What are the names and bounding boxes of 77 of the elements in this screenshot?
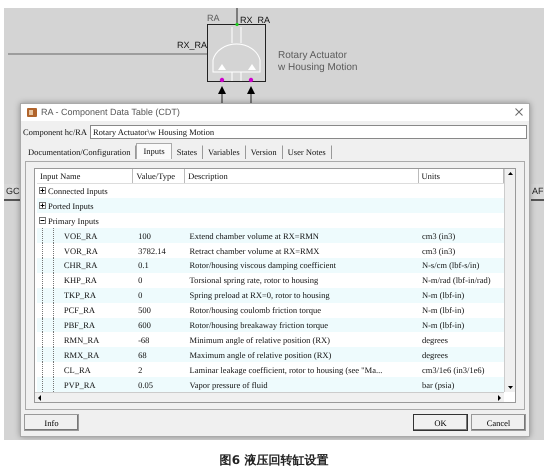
- table-cell-text: PCF_RA: [62, 305, 96, 316]
- column-header[interactable]: Input Name: [37, 168, 134, 183]
- table-cell-text: KHP_RA: [62, 275, 98, 286]
- table-cell-text: RMN_RA: [62, 334, 100, 345]
- table-cell-text: 0.05: [137, 380, 154, 390]
- table-cell-text: degrees: [420, 350, 449, 360]
- figure-caption: 图6 液压回转缸设置: [220, 452, 328, 469]
- collapse-icon[interactable]: [39, 217, 46, 224]
- component-name: w Housing Motion: [278, 63, 358, 73]
- tab[interactable]: Variables: [203, 144, 246, 159]
- port-label: RX_RA: [177, 41, 208, 50]
- tree-group[interactable]: Connected Inputs: [48, 186, 108, 196]
- table-cell-text: 0.1: [137, 260, 150, 270]
- table-cell-text: Retract chamber volume at RX=RMX: [188, 246, 320, 256]
- table-cell-text: TKP_RA: [62, 290, 97, 300]
- table-cell-text: PVP_RA: [62, 380, 97, 390]
- table-cell-text: 0: [137, 275, 144, 286]
- expand-icon[interactable]: [39, 187, 46, 194]
- scrollbar[interactable]: [504, 168, 515, 392]
- close-icon[interactable]: [515, 108, 523, 116]
- table-cell-text: Maximum angle of relative position (RX): [188, 350, 332, 360]
- input-field[interactable]: Rotary Actuator\w Housing Motion: [90, 124, 527, 139]
- tree-group[interactable]: Primary Inputs: [48, 216, 99, 226]
- ok-button[interactable]: OK: [413, 414, 468, 431]
- table-cell-text: cm3/1e6 (in3/1e6): [420, 364, 486, 375]
- table-cell-text: -68: [137, 334, 150, 345]
- table-cell-text: VOE_RA: [62, 230, 98, 241]
- table-cell-text: 100: [137, 230, 152, 241]
- scrollbar[interactable]: [35, 392, 504, 402]
- table-cell-text: bar (psia): [420, 380, 456, 390]
- expand-icon[interactable]: [39, 202, 46, 210]
- tab[interactable]: Inputs: [136, 142, 172, 159]
- tab[interactable]: User Notes: [282, 144, 332, 159]
- table-cell-text: Torsional spring rate, rotor to housing: [188, 275, 320, 286]
- tab[interactable]: States: [172, 144, 204, 159]
- table-cell-text: VOR_RA: [62, 246, 99, 256]
- table-cell-text: Rotor/housing viscous damping coefficient: [188, 260, 337, 270]
- table-cell-text: CL_RA: [62, 364, 92, 375]
- table-cell-text: RMX_RA: [62, 350, 100, 360]
- table-cell-text: Laminar leakage coefficient, rotor to housing (see "Ma...: [188, 364, 384, 375]
- app-icon: [27, 108, 37, 117]
- column-header[interactable]: Value/Type: [133, 168, 186, 183]
- table-cell-text: 3782.14: [137, 246, 167, 256]
- field-label: Component hc/RA: [23, 126, 87, 137]
- table-cell-text: N-m (lbf-in): [420, 305, 466, 316]
- table-cell-text: N-s/cm (lbf-s/in): [420, 260, 480, 270]
- table-cell-text: N-m (lbf-in): [420, 320, 466, 330]
- table-cell-text: 2: [137, 364, 144, 375]
- table-cell-text: Minimum angle of relative position (RX): [188, 334, 331, 345]
- table-cell-text: N-m/rad (lbf-in/rad): [420, 275, 492, 286]
- table-cell-text: PBF_RA: [62, 320, 96, 330]
- table-cell-text: cm3 (in3): [420, 230, 456, 241]
- instance-label: RA: [207, 14, 220, 23]
- window-title: RA - Component Data Table (CDT): [41, 107, 181, 118]
- table-cell-text: 0: [137, 290, 144, 300]
- dialog-button[interactable]: Info: [24, 414, 79, 431]
- component-name: Rotary Actuator: [278, 51, 347, 61]
- column-header[interactable]: Description: [185, 168, 419, 183]
- table-cell-text: Rotor/housing coulomb friction torque: [188, 305, 322, 316]
- table-cell-text: Spring preload at RX=0, rotor to housing: [188, 290, 331, 300]
- port-label: RX_RA: [240, 16, 270, 25]
- table-cell-text: degrees: [420, 334, 449, 345]
- table-cell-text: Vapor pressure of fluid: [188, 380, 269, 390]
- table-cell-text: CHR_RA: [62, 260, 98, 270]
- table-cell-text: Extend chamber volume at RX=RMN: [188, 230, 320, 241]
- table-cell-text: 600: [137, 320, 152, 330]
- dialog-button[interactable]: Cancel: [471, 414, 526, 431]
- component-block: GC: [4, 184, 20, 201]
- component-block: AF: [531, 184, 544, 201]
- table-cell-text: 500: [137, 305, 152, 316]
- connector-line: [236, 8, 238, 24]
- tree-group[interactable]: Ported Inputs: [48, 200, 94, 211]
- tab[interactable]: Version: [246, 144, 283, 159]
- table-cell-text: 68: [137, 350, 148, 360]
- table-cell-text: N-m (lbf-in): [420, 290, 466, 300]
- table-cell-text: Rotor/housing breakaway friction torque: [188, 320, 330, 330]
- table-cell-text: cm3 (in3): [420, 246, 456, 256]
